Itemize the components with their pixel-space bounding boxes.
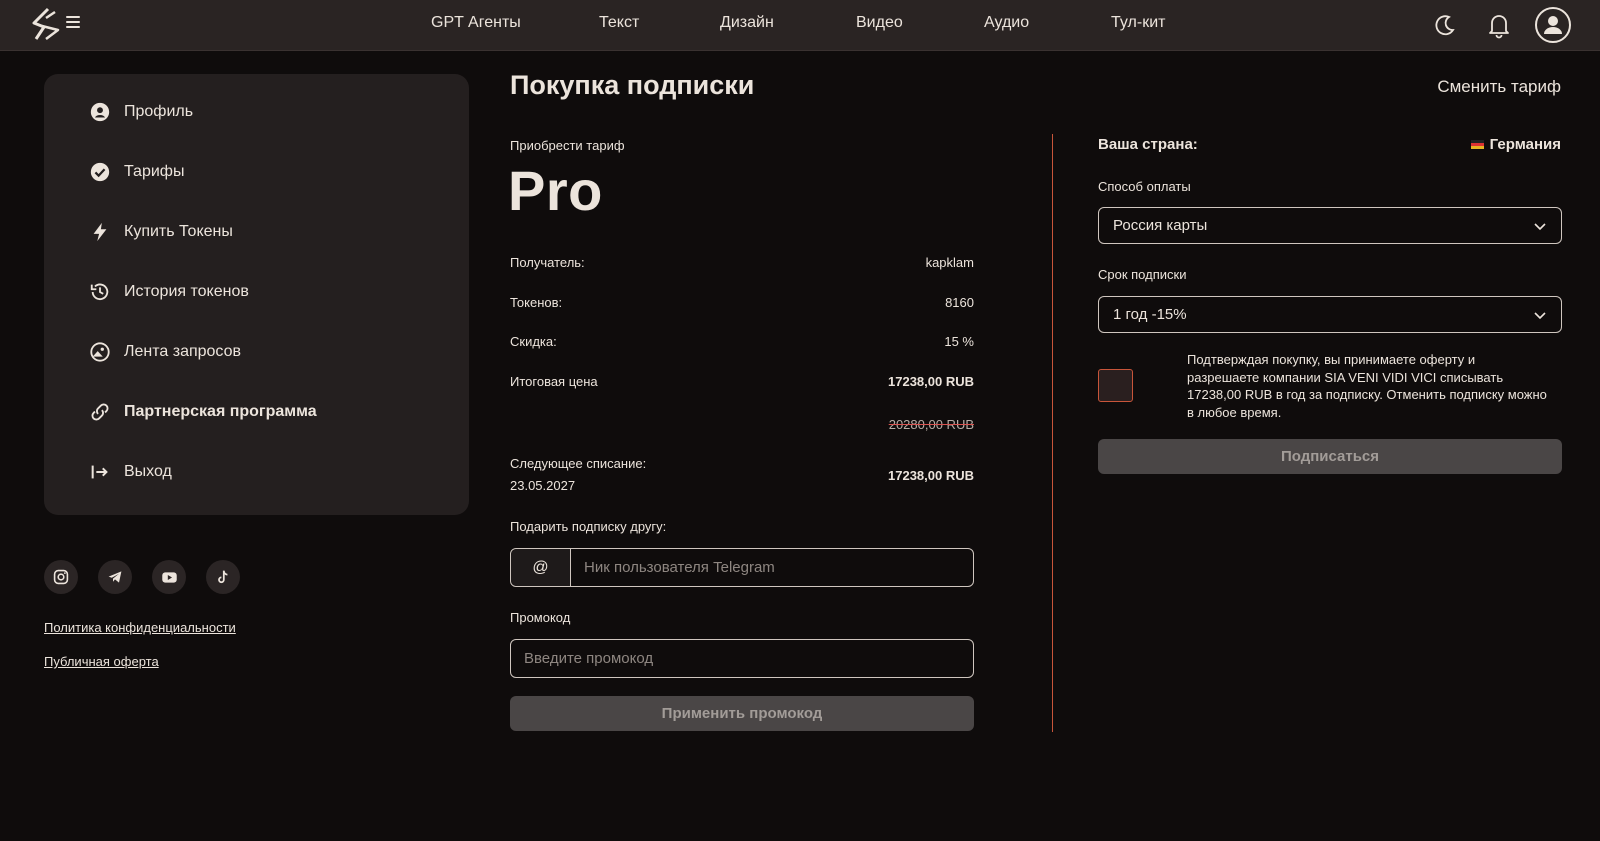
next-charge-value: 17238,00 RUB	[888, 468, 974, 483]
nav-toolkit[interactable]: Тул-кит	[1111, 14, 1165, 32]
bolt-icon	[88, 220, 112, 244]
plan-label: Приобрести тариф	[510, 138, 625, 153]
sidebar-item-profile[interactable]: Профиль	[88, 92, 428, 132]
total-price-value: 17238,00 RUB	[888, 374, 974, 389]
profile-icon	[88, 100, 112, 124]
sidebar-item-request-feed[interactable]: Лента запросов	[88, 332, 428, 372]
sidebar: Профиль Тарифы Купить Токены История ток…	[44, 74, 469, 515]
nav-text[interactable]: Текст	[599, 14, 639, 32]
germany-flag-icon	[1470, 140, 1484, 149]
term-value: 1 год -15%	[1113, 306, 1187, 323]
instagram-button[interactable]	[44, 560, 78, 594]
sidebar-item-token-history[interactable]: История токенов	[88, 272, 428, 312]
nav-gpt-agents[interactable]: GPT Агенты	[431, 14, 521, 32]
link-icon	[88, 400, 112, 424]
tiktok-button[interactable]	[206, 560, 240, 594]
old-price: 20280,00 RUB	[888, 417, 974, 432]
discount-value: 15 %	[944, 334, 974, 349]
payment-method-label: Способ оплаты	[1098, 179, 1191, 194]
at-prefix: @	[511, 549, 571, 586]
gift-input-group: @	[510, 548, 974, 587]
telegram-username-input[interactable]	[571, 549, 973, 586]
payment-method-value: Россия карты	[1113, 217, 1208, 234]
sidebar-item-tariffs[interactable]: Тарифы	[88, 152, 428, 192]
main-nav: GPT Агенты Текст Дизайн Видео Аудио Тул-…	[0, 0, 1600, 50]
sidebar-item-buy-tokens[interactable]: Купить Токены	[88, 212, 428, 252]
sidebar-item-partner-program[interactable]: Партнерская программа	[88, 392, 428, 432]
total-price-label: Итоговая цена	[510, 374, 598, 389]
subscription-term-select[interactable]: 1 год -15%	[1098, 296, 1562, 333]
sidebar-item-logout[interactable]: Выход	[88, 452, 428, 492]
next-charge-date: 23.05.2027	[510, 478, 576, 493]
country-label: Ваша страна:	[1098, 136, 1198, 153]
promo-label: Промокод	[510, 610, 571, 625]
public-offer-link[interactable]: Публичная оферта	[44, 654, 159, 669]
apply-promo-button[interactable]: Применить промокод	[510, 696, 974, 731]
promo-input-group	[510, 639, 974, 678]
promo-code-input[interactable]	[511, 640, 973, 677]
sidebar-item-label: Купить Токены	[124, 223, 233, 240]
sidebar-item-label: Партнерская программа	[124, 403, 317, 420]
sidebar-item-label: История токенов	[124, 283, 249, 300]
telegram-button[interactable]	[98, 560, 132, 594]
nav-video[interactable]: Видео	[856, 14, 903, 32]
consent-checkbox[interactable]	[1098, 369, 1133, 402]
chevron-down-icon	[1534, 223, 1546, 231]
country-name: Германия	[1489, 136, 1561, 153]
nav-audio[interactable]: Аудио	[984, 14, 1029, 32]
change-tariff-link[interactable]: Сменить тариф	[1437, 77, 1561, 97]
sidebar-item-label: Тарифы	[124, 163, 185, 180]
discount-label: Скидка:	[510, 334, 557, 349]
instagram-icon	[53, 569, 69, 585]
term-label: Срок подписки	[1098, 267, 1187, 282]
telegram-icon	[108, 571, 122, 583]
moon-icon[interactable]	[1430, 10, 1460, 40]
next-charge-label: Следующее списание:	[510, 456, 647, 471]
user-avatar-button[interactable]	[1535, 7, 1571, 43]
sidebar-item-label: Профиль	[124, 103, 194, 120]
divider	[1052, 134, 1053, 732]
subscribe-button[interactable]: Подписаться	[1098, 439, 1562, 474]
consent-text: Подтверждая покупку, вы принимаете оферт…	[1187, 352, 1547, 420]
privacy-policy-link[interactable]: Политика конфиденциальности	[44, 620, 236, 635]
check-circle-icon	[88, 160, 112, 184]
tokens-label: Токенов:	[510, 295, 563, 310]
bell-icon[interactable]	[1484, 10, 1514, 40]
plan-name: Pro	[508, 159, 603, 222]
payment-method-select[interactable]: Россия карты	[1098, 207, 1562, 244]
image-icon	[88, 340, 112, 364]
chevron-down-icon	[1534, 312, 1546, 320]
tiktok-icon	[218, 570, 228, 584]
page-title: Покупка подписки	[510, 70, 755, 100]
sidebar-item-label: Лента запросов	[124, 343, 241, 360]
recipient-label: Получатель:	[510, 255, 585, 270]
sidebar-item-label: Выход	[124, 463, 172, 480]
recipient-value: kapklam	[925, 255, 974, 270]
history-icon	[88, 280, 112, 304]
user-icon	[1544, 16, 1562, 34]
youtube-icon	[161, 571, 177, 583]
gift-label: Подарить подписку другу:	[510, 519, 667, 534]
country-value: Германия	[1470, 136, 1561, 153]
youtube-button[interactable]	[152, 560, 186, 594]
tokens-value: 8160	[945, 295, 974, 310]
top-bar: GPT Агенты Текст Дизайн Видео Аудио Тул-…	[0, 0, 1600, 51]
logout-icon	[88, 460, 112, 484]
nav-design[interactable]: Дизайн	[720, 14, 774, 32]
